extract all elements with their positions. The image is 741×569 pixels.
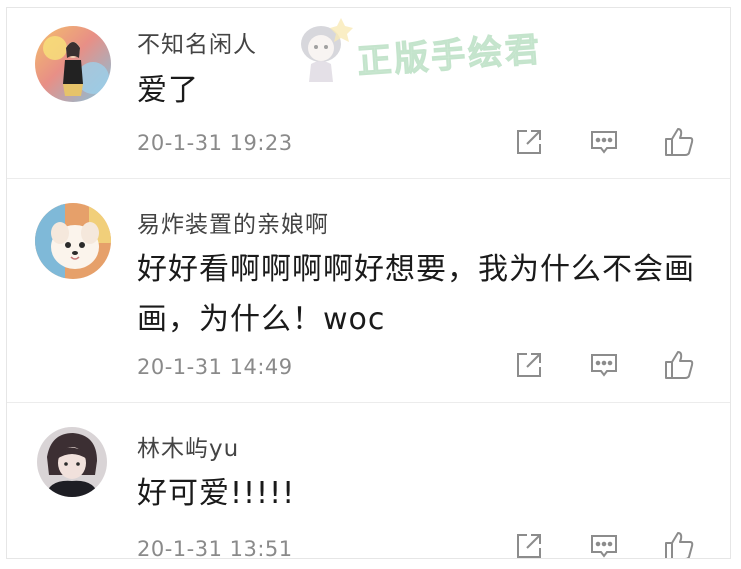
- share-icon: [514, 531, 544, 558]
- avatar[interactable]: [35, 26, 111, 102]
- watermark-text: 正版手绘君: [356, 29, 544, 83]
- comment-actions: [512, 530, 712, 558]
- share-button[interactable]: [512, 531, 546, 558]
- like-button[interactable]: [662, 350, 696, 384]
- reply-button[interactable]: [587, 531, 621, 558]
- reply-button[interactable]: [587, 350, 621, 384]
- share-icon: [514, 350, 544, 384]
- timestamp: 20-1-31 19:23: [137, 131, 293, 155]
- comment-item: 易炸装置的亲娘啊 好好看啊啊啊啊好想要，我为什么不会画画，为什么！woc 20-…: [7, 178, 730, 402]
- comment-actions: [512, 350, 712, 384]
- comment-text: 好好看啊啊啊啊好想要，我为什么不会画画，为什么！woc: [137, 252, 695, 337]
- thumbs-up-icon: [663, 349, 695, 385]
- watermark: 正版手绘君: [287, 16, 557, 86]
- reply-button[interactable]: [587, 127, 621, 161]
- avatar[interactable]: [37, 427, 107, 497]
- thumbs-up-icon: [663, 530, 695, 558]
- username[interactable]: 易炸装置的亲娘啊: [137, 205, 329, 239]
- share-button[interactable]: [512, 127, 546, 161]
- timestamp: 20-1-31 14:49: [137, 355, 293, 379]
- like-button[interactable]: [662, 127, 696, 161]
- share-button[interactable]: [512, 350, 546, 384]
- comment-icon: [589, 350, 619, 384]
- avatar[interactable]: [35, 203, 111, 279]
- comment-icon: [589, 531, 619, 558]
- share-icon: [514, 127, 544, 161]
- timestamp: 20-1-31 13:51: [137, 537, 293, 559]
- username[interactable]: 林木屿yu: [137, 429, 239, 463]
- like-button[interactable]: [662, 530, 696, 558]
- watermark-mascot-icon: [301, 18, 353, 82]
- comment-actions: [512, 127, 712, 161]
- comment-list: 不知名闲人 爱了 20-1-31 19:23 易炸装置的亲娘啊 好好看啊啊啊啊好…: [6, 7, 731, 559]
- username[interactable]: 不知名闲人: [137, 25, 257, 59]
- thumbs-up-icon: [663, 126, 695, 162]
- comment-text: 好可爱!!!!!: [137, 476, 296, 511]
- comment-icon: [589, 127, 619, 161]
- comment-item: 林木屿yu 好可爱!!!!! 20-1-31 13:51: [7, 402, 730, 559]
